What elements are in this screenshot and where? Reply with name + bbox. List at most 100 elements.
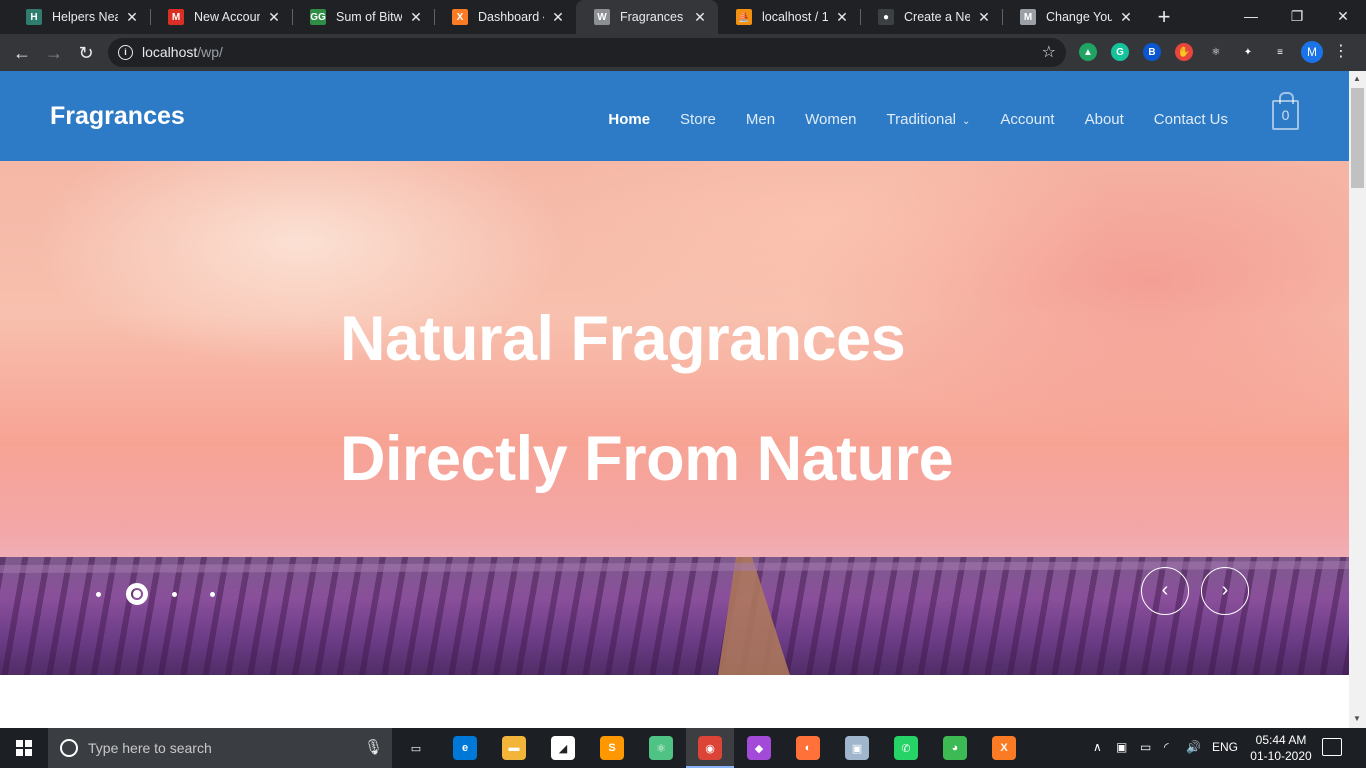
slider-dot-1[interactable] [96,592,101,597]
google-drive-icon[interactable]: ▲ [1079,43,1097,61]
sublime-text-icon[interactable]: S [600,736,624,760]
browser-tab[interactable]: W Fragrances – E ✕ [576,0,718,34]
url-text[interactable]: localhost/wp/ [142,44,223,60]
tab-close-icon[interactable]: ✕ [550,9,566,25]
tab-title: Change Your V [1046,10,1112,24]
adblock-icon[interactable]: ✋ [1175,43,1193,61]
tab-close-icon[interactable]: ✕ [266,9,282,25]
tab-favicon-icon: ● [878,9,894,25]
page-scrollbar[interactable]: ▲ ▼ [1349,71,1366,728]
tab-favicon-icon: W [594,9,610,25]
tab-separator [434,9,435,25]
browser-tab[interactable]: ⛵ localhost / 127 ✕ [718,0,860,34]
browser-tab[interactable]: H Helpers Near M ✕ [8,0,150,34]
menu-item-contact-us[interactable]: Contact Us [1154,111,1228,128]
tab-close-icon[interactable]: ✕ [692,9,708,25]
tab-favicon-icon: X [452,9,468,25]
scrollbar-thumb[interactable] [1351,88,1364,188]
start-button[interactable] [0,728,48,768]
tab-close-icon[interactable]: ✕ [1118,9,1134,25]
menu-item-label: Traditional [886,110,956,128]
slider-next-button[interactable]: › [1201,567,1249,615]
browser-tab[interactable]: M New Account | ✕ [150,0,292,34]
tab-close-icon[interactable]: ✕ [408,9,424,25]
new-tab-button[interactable]: + [1152,5,1176,29]
menu-item-home[interactable]: Home [608,111,650,128]
url-path: /wp/ [197,44,223,60]
show-hidden-icons-icon[interactable]: ∧ [1093,740,1102,754]
forward-button[interactable]: → [42,41,66,65]
slider-prev-button[interactable]: ‹ [1141,567,1189,615]
taskbar-search[interactable]: Type here to search 🎙 [48,728,392,768]
profile-avatar[interactable]: M [1301,41,1323,63]
menu-item-traditional[interactable]: Traditional ⌄ [887,111,971,128]
task-view-icon[interactable]: ▭ [404,736,428,760]
file-explorer-icon[interactable]: ▬ [502,736,526,760]
microphone-icon[interactable]: 🎙 [364,738,383,756]
slider-dot-3[interactable] [172,592,177,597]
menu-item-account[interactable]: Account [1000,111,1054,128]
bookmark-star-icon[interactable]: ☆ [1042,42,1056,62]
puzzle-icon[interactable]: ✦ [1239,43,1257,61]
tab-close-icon[interactable]: ✕ [976,9,992,25]
edge-icon[interactable]: e [453,736,477,760]
tab-title: New Account | [194,10,260,24]
chrome-icon[interactable]: ◉ [698,736,722,760]
photos-icon[interactable]: ▣ [845,736,869,760]
tab-separator [292,9,293,25]
slider-dot-4[interactable] [210,592,215,597]
page-viewport: Fragrances Home Store Men Women Traditional ⌄… [0,71,1349,728]
browser-tab[interactable]: M Change Your V ✕ [1002,0,1144,34]
language-indicator[interactable]: ENG [1212,740,1238,754]
action-center-icon[interactable] [1322,738,1342,756]
react-devtools-icon[interactable]: ⚛ [1207,43,1225,61]
network-device-icon[interactable]: ▣ [1116,740,1127,754]
hero-title-line-1: Natural Fragrances [340,304,906,374]
scroll-up-icon[interactable]: ▲ [1353,74,1361,83]
xampp-icon[interactable]: X [992,736,1016,760]
volume-icon[interactable]: 🔊 [1186,740,1201,754]
browser-tab-strip: + — ❐ ✕ HHelpers Near M✕MNew Account |✕G… [0,0,1366,34]
cart-button[interactable]: 0 [1272,92,1299,130]
address-bar[interactable]: i localhost/wp/ ☆ [108,38,1066,67]
cortana-icon [60,739,78,757]
sticky-notes-icon[interactable]: ◢ [551,736,575,760]
menu-item-men[interactable]: Men [746,111,775,128]
tab-favicon-icon: M [1020,9,1036,25]
scroll-down-icon[interactable]: ▼ [1353,714,1361,723]
minimize-button[interactable]: — [1228,0,1274,32]
slider-dot-2-active[interactable] [126,583,148,605]
browser-menu-icon[interactable]: ⋮ [1333,43,1349,61]
vs-icon[interactable]: ◆ [747,736,771,760]
tab-favicon-icon: H [26,9,42,25]
tab-close-icon[interactable]: ✕ [124,9,140,25]
tab-close-icon[interactable]: ✕ [834,9,850,25]
fast-browser-icon[interactable]: ◕ [943,736,967,760]
grammarly-icon[interactable]: G [1111,43,1129,61]
media-control-icon[interactable]: ≡ [1271,43,1289,61]
browser-toolbar: ← → ↻ i localhost/wp/ ☆ ▲ G B ✋ ⚛ ✦ ≡ M ⋮ [0,34,1366,71]
back-button[interactable]: ← [10,41,34,65]
tab-separator [150,9,151,25]
menu-item-women[interactable]: Women [805,111,856,128]
battery-icon[interactable]: ▭ [1140,740,1151,754]
whatsapp-icon[interactable]: ✆ [894,736,918,760]
browser-tab[interactable]: X Dashboard ‹ B ✕ [434,0,576,34]
firefox-icon[interactable]: ◐ [796,736,820,760]
menu-item-store[interactable]: Store [680,111,716,128]
search-placeholder: Type here to search [88,740,212,756]
system-clock[interactable]: 05:44 AM 01-10-2020 [1243,732,1319,764]
atom-icon[interactable]: ⚛ [649,736,673,760]
extension-blue-icon[interactable]: B [1143,43,1161,61]
browser-tab[interactable]: GG Sum of Bitwise ✕ [292,0,434,34]
tab-title: Create a New R [904,10,970,24]
site-info-icon[interactable]: i [118,45,133,60]
restore-button[interactable]: ❐ [1274,0,1320,32]
url-host: localhost [142,44,198,60]
browser-tab[interactable]: ● Create a New R ✕ [860,0,1002,34]
wifi-icon[interactable]: ◜ [1164,740,1169,754]
site-brand[interactable]: Fragrances [50,102,185,131]
reload-button[interactable]: ↻ [74,41,98,65]
menu-item-about[interactable]: About [1085,111,1124,128]
close-window-button[interactable]: ✕ [1320,0,1366,32]
